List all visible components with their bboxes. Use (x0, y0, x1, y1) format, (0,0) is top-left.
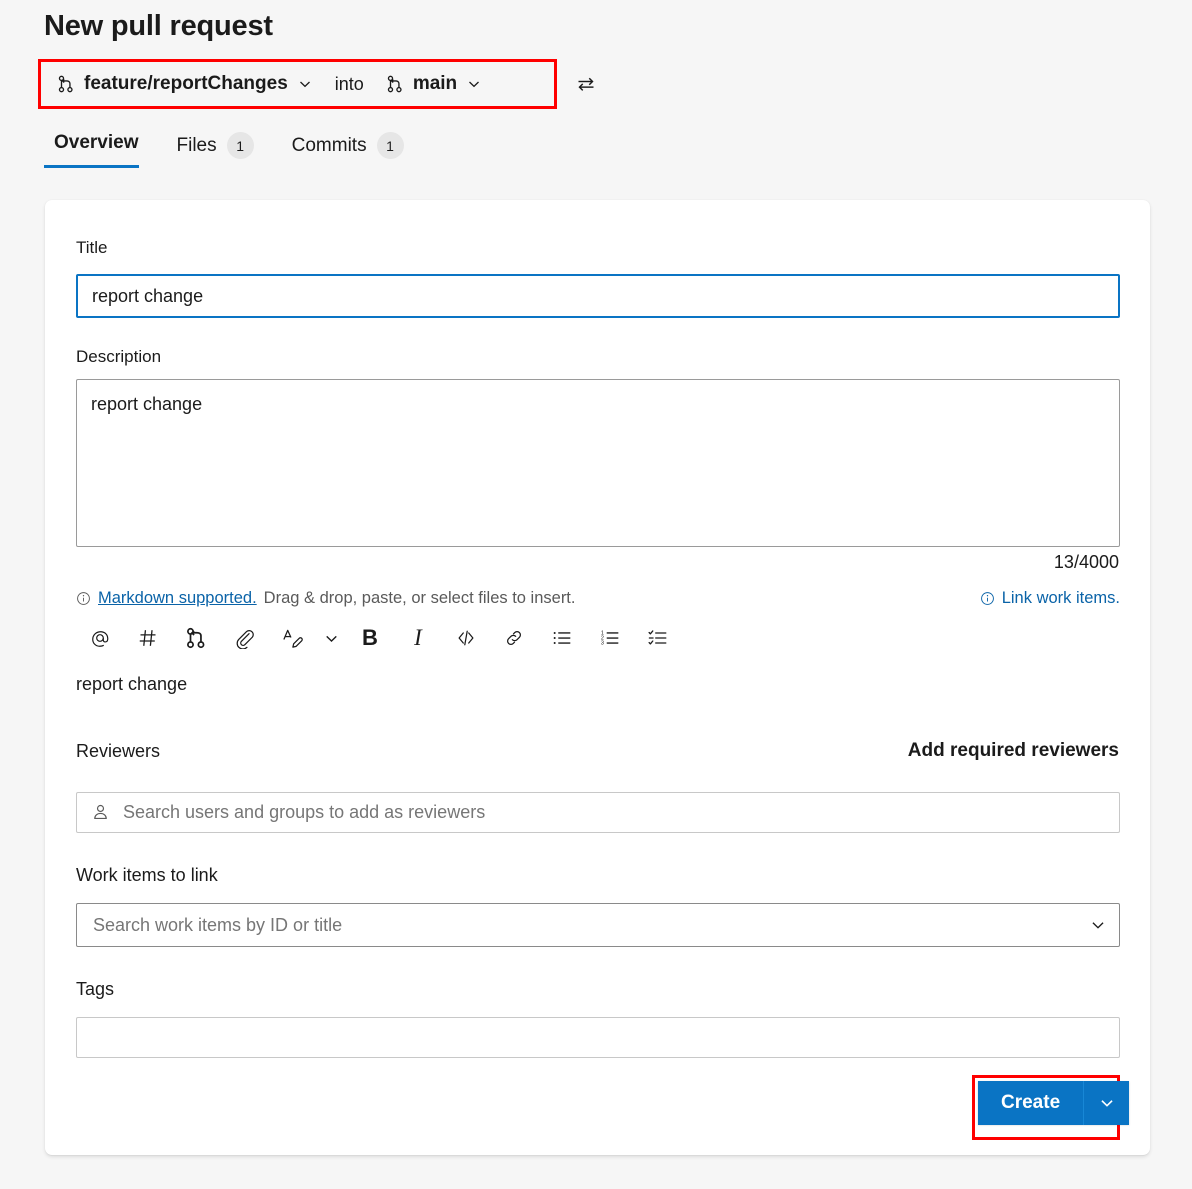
text-highlight-icon[interactable] (268, 618, 316, 658)
chevron-down-icon[interactable] (1089, 916, 1107, 934)
reviewers-label: Reviewers (76, 741, 160, 762)
work-items-label: Work items to link (76, 865, 218, 886)
markdown-toolbar: B I (76, 618, 682, 658)
chevron-down-icon (297, 76, 313, 92)
description-textarea[interactable]: report change (76, 379, 1120, 547)
branch-selector: feature/reportChanges into main (41, 62, 490, 106)
chevron-down-icon[interactable] (316, 618, 346, 658)
create-button[interactable]: Create (978, 1081, 1083, 1125)
page-title: New pull request (44, 10, 273, 43)
markdown-help: Markdown supported. Drag & drop, paste, … (76, 589, 575, 608)
source-branch-dropdown[interactable]: feature/reportChanges (49, 69, 321, 99)
link-icon[interactable] (490, 618, 538, 658)
git-branch-icon (57, 75, 75, 93)
info-circle-icon (76, 591, 91, 606)
italic-icon[interactable]: I (394, 618, 442, 658)
reviewers-search-input[interactable] (121, 801, 1105, 824)
source-branch-name: feature/reportChanges (84, 73, 288, 95)
swap-branches-button[interactable] (570, 70, 602, 98)
pull-request-form-card: Title Description report change 13/4000 … (45, 200, 1150, 1155)
markdown-supported-link[interactable]: Markdown supported. (98, 589, 257, 608)
mention-icon[interactable] (76, 618, 124, 658)
tab-files-badge: 1 (227, 132, 254, 159)
target-branch-name: main (413, 73, 457, 95)
add-required-reviewers-button[interactable]: Add required reviewers (908, 740, 1119, 762)
chevron-down-icon (466, 76, 482, 92)
chevron-down-icon (1098, 1094, 1116, 1112)
reviewers-search-field[interactable] (76, 792, 1120, 833)
bulleted-list-icon[interactable] (538, 618, 586, 658)
tab-overview-label: Overview (54, 132, 139, 154)
tags-input[interactable] (91, 1026, 1105, 1049)
tab-files-label: Files (177, 135, 217, 157)
create-dropdown-button[interactable] (1083, 1081, 1129, 1125)
branch-selector-highlight: feature/reportChanges into main (38, 59, 557, 109)
tab-files[interactable]: Files 1 (167, 126, 264, 173)
svg-text:3: 3 (601, 641, 604, 647)
new-pull-request-page: New pull request feature/reportChanges (0, 0, 1192, 1189)
into-label: into (335, 74, 364, 95)
code-icon[interactable] (442, 618, 490, 658)
attach-file-icon[interactable] (220, 618, 268, 658)
swap-branches-icon (576, 74, 596, 94)
info-circle-icon (980, 591, 995, 606)
task-list-icon[interactable] (634, 618, 682, 658)
editor-help-row: Markdown supported. Drag & drop, paste, … (76, 589, 1120, 608)
git-branch-icon (386, 75, 404, 93)
work-items-field[interactable] (76, 903, 1120, 947)
pull-request-icon[interactable] (172, 618, 220, 658)
description-preview-text: report change (76, 674, 187, 695)
character-counter: 13/4000 (1054, 552, 1119, 573)
link-work-items-link[interactable]: Link work items. (1002, 589, 1120, 608)
create-split-button: Create (978, 1081, 1129, 1125)
title-field-label: Title (76, 238, 108, 258)
markdown-hint-text: Drag & drop, paste, or select files to i… (264, 589, 576, 608)
tab-commits[interactable]: Commits 1 (282, 126, 414, 173)
bold-icon[interactable]: B (346, 618, 394, 658)
tags-field[interactable] (76, 1017, 1120, 1058)
work-item-icon[interactable] (124, 618, 172, 658)
tab-overview[interactable]: Overview (44, 126, 149, 168)
target-branch-dropdown[interactable]: main (378, 69, 490, 99)
tab-commits-badge: 1 (377, 132, 404, 159)
pull-request-tabs: Overview Files 1 Commits 1 (44, 126, 432, 173)
work-items-search-input[interactable] (91, 914, 1089, 937)
link-work-items-help[interactable]: Link work items. (980, 589, 1120, 608)
tab-commits-label: Commits (292, 135, 367, 157)
numbered-list-icon[interactable]: 1 2 3 (586, 618, 634, 658)
description-field-label: Description (76, 347, 161, 367)
tags-label: Tags (76, 979, 114, 1000)
title-input[interactable] (76, 274, 1120, 318)
person-icon (91, 803, 110, 822)
